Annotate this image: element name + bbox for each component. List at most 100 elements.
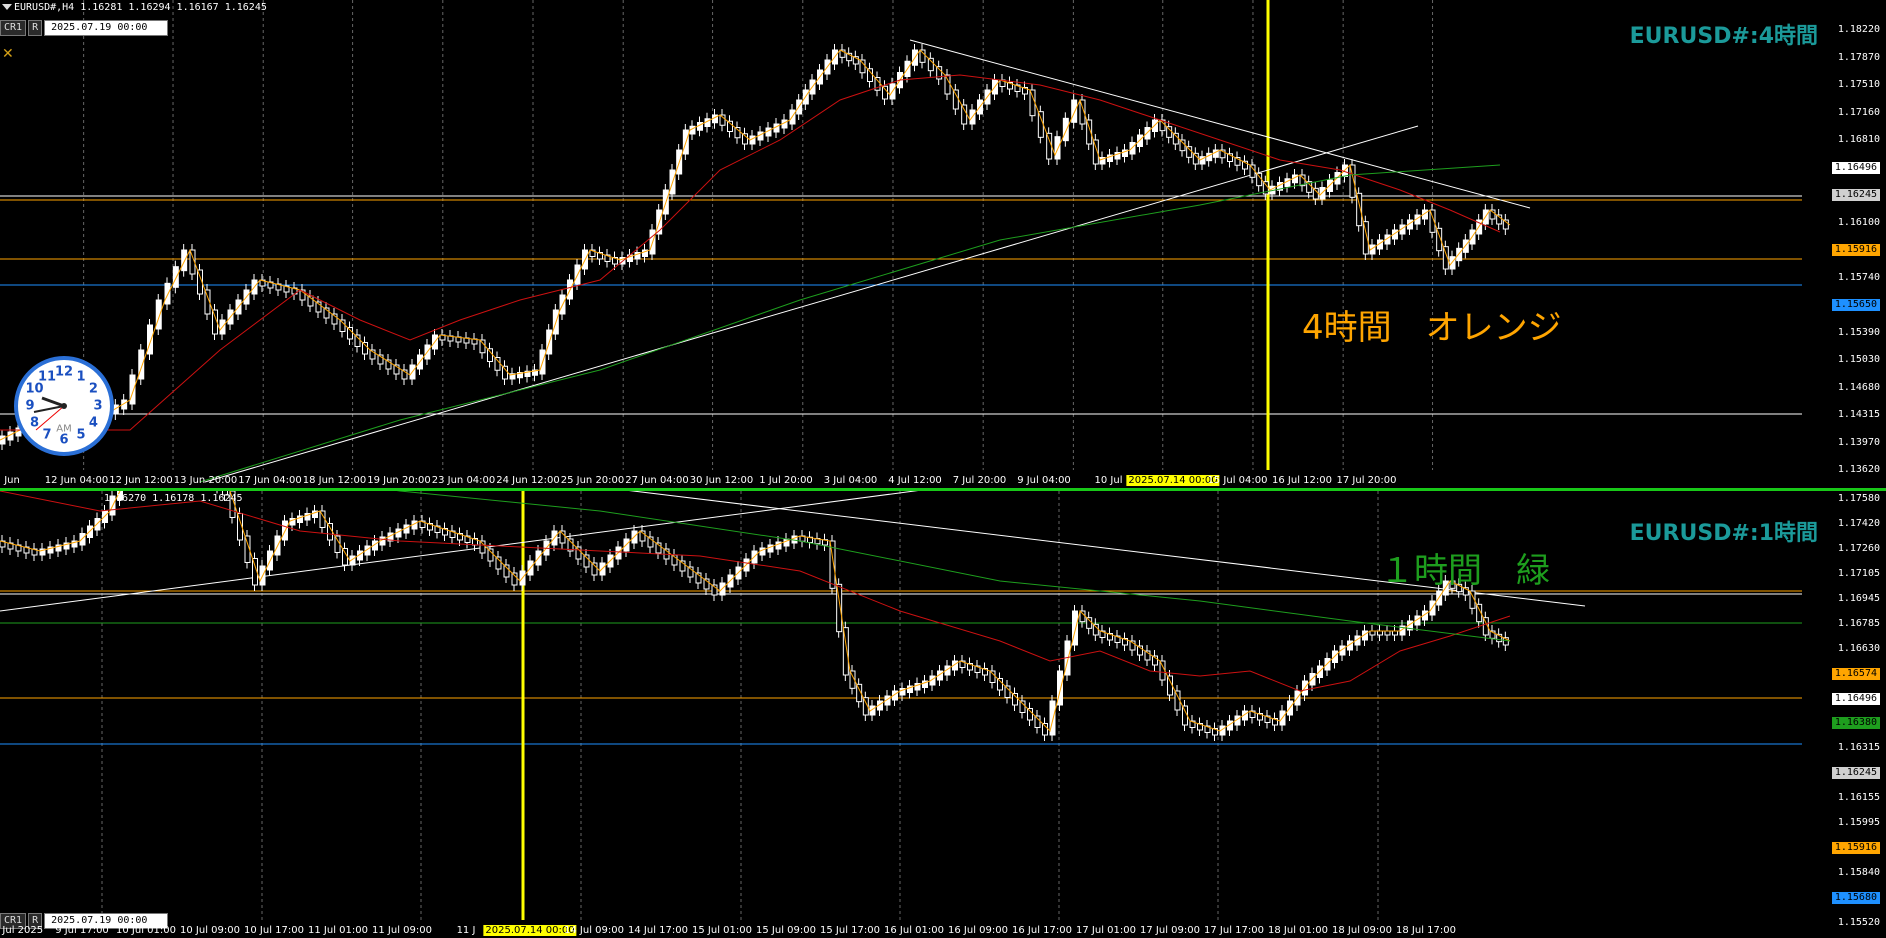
crosshair-tool-icon[interactable]: ✕: [2, 46, 14, 62]
time-label: 18 Jun 12:00: [302, 475, 367, 486]
h4-candle: [129, 374, 136, 405]
price-label: 1.16380: [1831, 717, 1880, 730]
h4-date-field[interactable]: 2025.07.19 00:00: [44, 20, 169, 36]
h4-candle: [1144, 127, 1151, 140]
chart-menu-icon[interactable]: [2, 4, 12, 10]
time-label: 14 Jul 09:00: [564, 925, 624, 936]
h4-downtrend-line: [909, 39, 1531, 209]
h1-chart-canvas[interactable]: [0, 491, 1886, 938]
time-label: 16 Jul 17:00: [1012, 925, 1072, 936]
h4-candle: [1327, 179, 1333, 192]
h4-candle: [155, 299, 162, 330]
price-label: 1.16810: [1837, 134, 1880, 145]
h4-candle: [1029, 89, 1036, 117]
cr1-tag[interactable]: CR1: [0, 20, 27, 36]
clock-number: 11: [37, 369, 57, 385]
h4-orange-label: 4時間 オレンジ: [1302, 308, 1562, 348]
h1-chart-header: 1.16270 1.16178 1.16245: [90, 491, 242, 507]
time-label: 18 Jul 01:00: [1268, 925, 1328, 936]
time-label: 16 Jul 09:00: [948, 925, 1008, 936]
h4-candle: [1137, 134, 1143, 147]
h1-candle: [1392, 630, 1398, 636]
h4-chart-panel[interactable]: EURUSD#,H4 1.16281 1.16294 1.16167 1.162…: [0, 0, 1886, 488]
h4-candle: [487, 348, 493, 362]
time-label: 17 Jul 01:00: [1076, 925, 1136, 936]
h1-candle: [79, 533, 86, 546]
price-label: 1.18220: [1837, 24, 1880, 35]
h1-candle: [1384, 630, 1391, 636]
h1-candle: [1317, 665, 1323, 678]
price-label: 1.16945: [1837, 592, 1880, 604]
price-label: 1.15520: [1837, 917, 1880, 928]
h4-candle: [362, 342, 368, 355]
clock-number: 12: [54, 364, 74, 380]
price-label: 1.16100: [1837, 216, 1880, 228]
time-label: 13 Jun 20:00: [173, 475, 238, 486]
h4-chart-header: EURUSD#,H4 1.16281 1.16294 1.16167 1.162…: [0, 0, 267, 16]
h1-green-ma: [396, 491, 1511, 642]
h4-candle: [1319, 187, 1326, 200]
h4-candle: [1054, 136, 1061, 160]
h1-time-axis[interactable]: 4 Jul 2025 9 Jul 17:00 10 Jul 01:00 10 Jul …: [0, 920, 1802, 938]
h4-candle: [354, 334, 361, 347]
h1-chart-panel[interactable]: 1.16270 1.16178 1.16245 CR1 R 2025.07.19…: [0, 488, 1886, 938]
h4-candle: [164, 282, 171, 305]
h4-candle: [494, 357, 501, 371]
h1-zigzag-line: [0, 491, 1511, 732]
time-label: 11 J: [456, 925, 476, 936]
h4-candle: [1179, 139, 1186, 152]
price-label: 1.17580: [1837, 493, 1880, 504]
price-label: 1.16245: [1831, 767, 1880, 780]
h4-price-axis[interactable]: 1.18220 1.17870 1.17510 1.17160 1.16810 1.164…: [1802, 0, 1886, 488]
time-label: 18 Jul 17:00: [1396, 925, 1456, 936]
h4-candle: [147, 324, 153, 355]
time-label: 17 Jul 09:00: [1140, 925, 1200, 936]
time-label: 9 Jul 17:00: [55, 925, 109, 936]
price-label: 1.13620: [1837, 464, 1880, 475]
h1-candle: [1324, 658, 1331, 671]
time-label: 15 Jul 04:00: [1207, 475, 1268, 486]
time-label: Jun: [4, 475, 20, 486]
clock-number: 3: [93, 398, 103, 414]
time-label: 2025.07.14 00:00: [1126, 475, 1220, 486]
h1-price-axis[interactable]: 1.17580 1.17420 1.17260 1.17105 1.16945 1.167…: [1802, 491, 1886, 938]
h1-candle: [1086, 617, 1093, 629]
price-label: 1.15740: [1837, 271, 1880, 283]
h4-candle: [952, 89, 959, 110]
time-label: 27 Jun 04:00: [625, 475, 689, 486]
h4-red-ma: [0, 74, 1501, 431]
h4-candle: [339, 319, 346, 332]
clock-widget[interactable]: 12 1 2 3 4 5 6 7 8 9 10 11 AM: [14, 356, 114, 456]
r-tag[interactable]: R: [28, 20, 43, 36]
price-label: 1.17105: [1837, 567, 1880, 579]
h4-symbol-title: EURUSD#:4時間: [1629, 24, 1818, 49]
h4-candle: [1172, 132, 1179, 145]
h4-candle: [1249, 164, 1256, 178]
h4-tag-bar: CR1 R 2025.07.19 00:00: [0, 20, 169, 36]
h1-green-label: １時間 緑: [1380, 551, 1550, 591]
h1-candle: [87, 525, 93, 538]
clock-number: 7: [42, 427, 52, 443]
time-label: 7 Jul 20:00: [952, 475, 1007, 486]
price-label: 1.14315: [1837, 409, 1880, 420]
price-label: 1.17420: [1837, 517, 1880, 529]
h4-uptrend-line: [204, 125, 1419, 483]
time-label: 17 Jun 04:00: [238, 475, 302, 486]
time-label: 10 Jul 17:00: [244, 925, 304, 936]
h4-time-axis[interactable]: Jun 12 Jun 04:00 12 Jun 12:00 13 Jun 20:00 1…: [0, 470, 1802, 488]
time-label: 19 Jun 20:00: [367, 475, 431, 486]
price-label: 1.17510: [1837, 79, 1880, 90]
h4-candle: [1192, 152, 1199, 165]
price-label: 1.17260: [1837, 542, 1880, 554]
h4-candle: [1046, 132, 1053, 160]
price-label: 1.15840: [1837, 867, 1880, 879]
price-label: 1.16496: [1831, 161, 1880, 174]
time-label: 16 Jul 12:00: [1272, 475, 1332, 486]
h4-candle: [347, 327, 353, 340]
price-label: 1.15916: [1831, 244, 1880, 256]
h4-chart-canvas[interactable]: [0, 0, 1886, 488]
time-label: 14 Jul 17:00: [628, 925, 688, 936]
h1-candle: [1012, 693, 1018, 706]
h1-symbol-title: EURUSD#:1時間: [1629, 521, 1818, 546]
clock-number: 9: [25, 398, 35, 414]
